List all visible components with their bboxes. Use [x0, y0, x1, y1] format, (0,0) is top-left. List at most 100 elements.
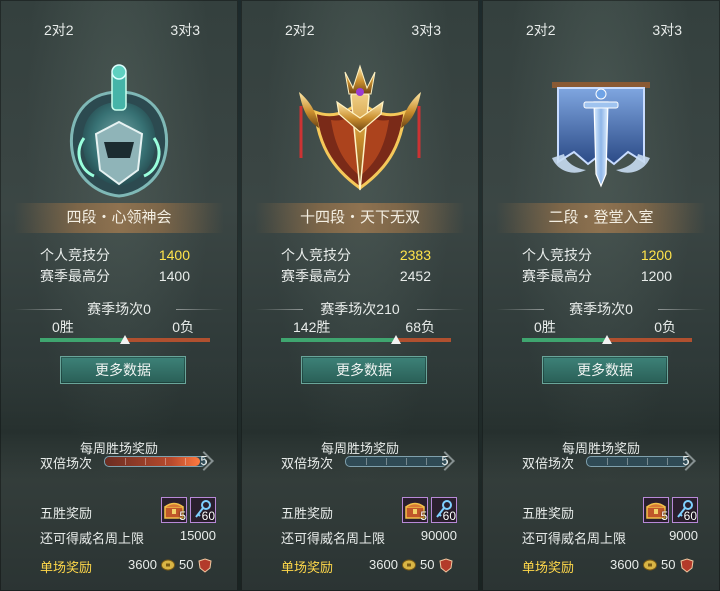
bar-segment — [667, 458, 668, 465]
personal-score-row: 个人竞技分 2383 — [281, 245, 431, 265]
tab-2v2[interactable]: 2对2 — [285, 20, 315, 40]
bar-segment — [426, 458, 427, 465]
weekly-cap-label: 还可得威名周上限 — [281, 531, 386, 546]
golden-winged-crest-emblem-icon — [299, 64, 421, 191]
coin-icon — [161, 559, 175, 571]
bar-segment — [607, 458, 608, 465]
season-match-count: 赛季场次210 — [241, 299, 479, 319]
season-best-value: 2452 — [399, 268, 431, 284]
double-matches-value: 5 — [435, 451, 455, 471]
season-best-value: 1400 — [158, 268, 190, 284]
key-item[interactable]: 60 — [431, 497, 457, 523]
double-matches-label: 双倍场次 — [40, 456, 93, 471]
personal-score-label: 个人竞技分 — [522, 247, 592, 263]
more-data-button[interactable]: 更多数据 — [301, 356, 427, 384]
win-ratio-marker-icon — [602, 335, 612, 344]
key-qty: 60 — [201, 509, 215, 523]
mode-tabs: 2对2 3对3 — [241, 20, 479, 42]
coin-icon — [643, 559, 657, 571]
double-matches-label: 双倍场次 — [522, 456, 575, 471]
season-best-row: 赛季最高分 1400 — [40, 266, 190, 286]
personal-score-value: 1200 — [640, 247, 672, 263]
double-matches-value: 5 — [194, 451, 214, 471]
tab-2v2[interactable]: 2对2 — [44, 20, 74, 40]
bar-segment — [185, 458, 186, 465]
bar-segment — [165, 458, 166, 465]
weekly-cap-value: 90000 — [420, 528, 457, 543]
season-match-count: 赛季场次0 — [482, 299, 720, 319]
personal-score-row: 个人竞技分 1400 — [40, 245, 190, 265]
season-best-row: 赛季最高分 2452 — [281, 266, 431, 286]
tab-3v3[interactable]: 3对3 — [170, 20, 200, 40]
double-matches-bar — [345, 456, 447, 467]
double-matches-bar — [104, 456, 206, 467]
bar-segment — [386, 458, 387, 465]
key-item[interactable]: 60 — [190, 497, 216, 523]
loss-count: 0负 — [654, 319, 676, 335]
reputation-reward-value: 50 — [420, 557, 435, 572]
season-best-label: 赛季最高分 — [281, 268, 351, 284]
win-loss-bar — [522, 335, 692, 344]
rank-title: 四段・心领神会 — [14, 203, 224, 233]
bar-segment — [406, 458, 407, 465]
win-ratio-marker-icon — [390, 335, 401, 344]
bar-segment — [627, 458, 628, 465]
personal-score-row: 个人竞技分 1200 — [522, 245, 672, 265]
match-reward-label: 单场奖励 — [281, 560, 334, 575]
reputation-shield-icon — [439, 558, 453, 573]
tab-3v3[interactable]: 3对3 — [652, 20, 682, 40]
treasure-chest-item[interactable]: 5 — [402, 497, 428, 523]
win-ratio-marker-icon — [120, 335, 130, 344]
treasure-chest-item[interactable]: 5 — [643, 497, 669, 523]
reputation-shield-icon — [680, 558, 694, 573]
teal-knight-helm-emblem-icon — [69, 64, 169, 198]
win-bar-fill — [40, 338, 125, 342]
double-matches-label: 双倍场次 — [281, 456, 334, 471]
reputation-reward-value: 50 — [179, 557, 194, 572]
season-best-label: 赛季最高分 — [40, 268, 110, 284]
key-qty: 60 — [683, 509, 697, 523]
rank-panel-3: 2对2 3对3 二段・登堂入室 个人竞技分 1200 赛季最高分 1200 赛季… — [482, 0, 720, 591]
weekly-cap-label: 还可得威名周上限 — [40, 531, 145, 546]
personal-score-label: 个人竞技分 — [40, 247, 110, 263]
double-matches-value: 5 — [676, 451, 696, 471]
five-win-reward-label: 五胜奖励 — [281, 506, 334, 521]
weekly-cap-label: 还可得威名周上限 — [522, 531, 627, 546]
coin-reward-value: 3600 — [610, 557, 639, 572]
win-count: 0胜 — [534, 319, 556, 335]
key-qty: 60 — [442, 509, 456, 523]
weekly-cap-value: 9000 — [669, 528, 698, 543]
personal-score-value: 1400 — [158, 247, 190, 263]
personal-score-label: 个人竞技分 — [281, 247, 351, 263]
bar-segment — [647, 458, 648, 465]
bar-segment — [366, 458, 367, 465]
win-bar-fill — [281, 338, 396, 342]
season-best-row: 赛季最高分 1200 — [522, 266, 672, 286]
tab-2v2[interactable]: 2对2 — [526, 20, 556, 40]
win-loss-bar — [40, 335, 210, 344]
treasure-chest-qty: 5 — [661, 509, 668, 523]
personal-score-value: 2383 — [399, 247, 431, 263]
reputation-reward-value: 50 — [661, 557, 676, 572]
tab-3v3[interactable]: 3对3 — [411, 20, 441, 40]
season-best-label: 赛季最高分 — [522, 268, 592, 284]
key-item[interactable]: 60 — [672, 497, 698, 523]
loss-count: 0负 — [172, 319, 194, 335]
arena-rank-board: 2对2 3对3 四段・心领神会 个人竞技分 1400 赛季最高分 1400 赛季… — [0, 0, 720, 591]
five-win-reward-label: 五胜奖励 — [40, 506, 93, 521]
match-reward-label: 单场奖励 — [522, 560, 575, 575]
reputation-shield-icon — [198, 558, 212, 573]
mode-tabs: 2对2 3对3 — [0, 20, 238, 42]
loss-count: 68负 — [405, 319, 435, 335]
bar-segment — [125, 458, 126, 465]
coin-reward-value: 3600 — [128, 557, 157, 572]
treasure-chest-qty: 5 — [420, 509, 427, 523]
treasure-chest-item[interactable]: 5 — [161, 497, 187, 523]
more-data-button[interactable]: 更多数据 — [60, 356, 186, 384]
rank-panel-2: 2对2 3对3 十四段・天下无双 个人竞技分 2383 赛季最高分 2452 赛… — [241, 0, 479, 591]
coin-icon — [402, 559, 416, 571]
double-matches-bar — [586, 456, 688, 467]
match-reward-label: 单场奖励 — [40, 560, 93, 575]
five-win-reward-label: 五胜奖励 — [522, 506, 575, 521]
more-data-button[interactable]: 更多数据 — [542, 356, 668, 384]
